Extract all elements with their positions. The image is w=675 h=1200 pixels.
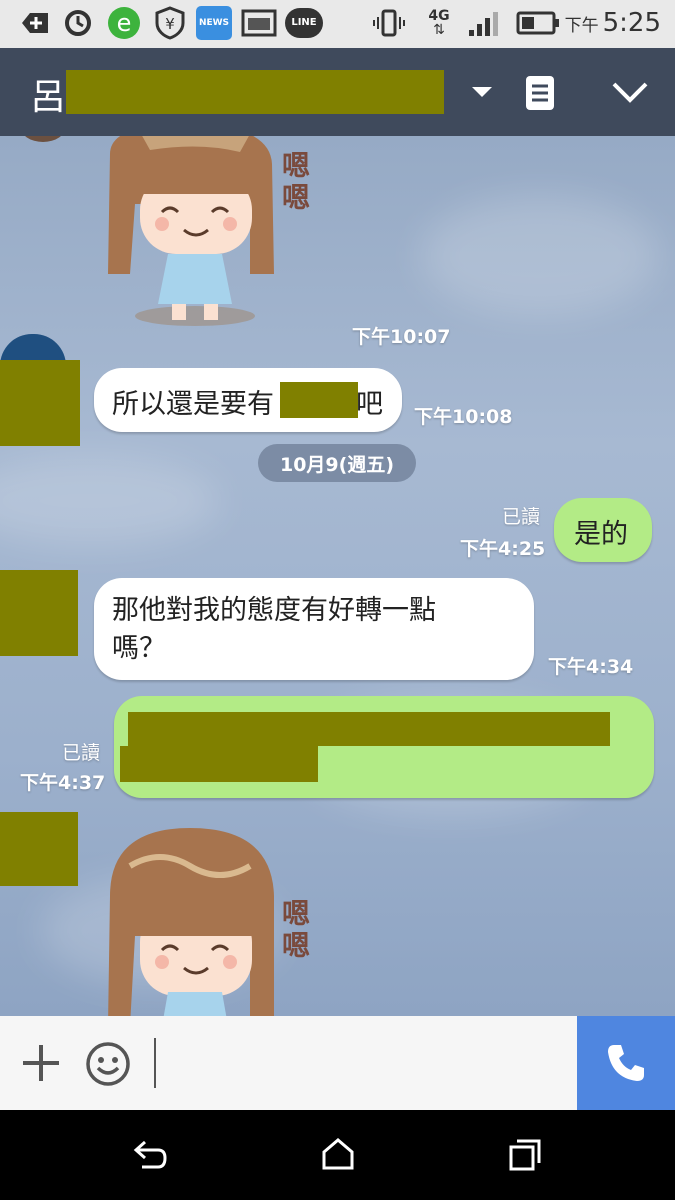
emoji-icon[interactable] — [84, 1040, 132, 1092]
chat-area[interactable]: 嗯嗯 下午10:07 所以還是要有 吧 下午10:08 10月9(週五) 已讀 … — [0, 136, 675, 1016]
read-receipt: 已讀 — [62, 742, 101, 764]
redacted-avatar — [0, 812, 78, 886]
navigation-bar — [0, 1110, 675, 1200]
message-time: 下午4:37 — [20, 772, 106, 794]
message-time: 下午10:07 — [352, 326, 451, 348]
avatar[interactable] — [20, 136, 66, 142]
dropdown-icon[interactable] — [472, 84, 492, 103]
network-4g-icon: 4G ⇅ — [428, 8, 450, 38]
redacted-text — [128, 712, 610, 746]
read-receipt: 已讀 — [502, 506, 541, 528]
collapse-chevron-icon[interactable] — [610, 78, 650, 110]
sync-icon — [60, 6, 96, 40]
battery-icon — [515, 6, 561, 40]
call-button[interactable] — [577, 1016, 675, 1110]
phone-icon — [608, 1045, 644, 1081]
status-bar: e ¥ NEWS LINE 4G ⇅ 下午 5:25 — [0, 0, 675, 48]
signal-icon — [466, 6, 506, 40]
shield-icon: ¥ — [152, 6, 188, 40]
chat-header: 呂 — [0, 48, 675, 136]
sticker-girl[interactable]: 嗯嗯 — [100, 136, 330, 339]
redacted-contact-name — [66, 70, 444, 114]
message-input-bar — [0, 1016, 675, 1110]
incoming-message-bubble[interactable]: 那他對我的態度有好轉一點 嗎？ — [94, 578, 534, 680]
vibrate-icon — [372, 6, 406, 40]
incoming-message-bubble[interactable]: 所以還是要有 吧 — [94, 368, 402, 432]
back-icon[interactable] — [132, 1138, 168, 1176]
sticker-girl[interactable]: 嗯嗯 — [100, 826, 330, 1016]
redacted-text — [280, 382, 358, 418]
redacted-avatar — [0, 360, 80, 446]
outgoing-message-bubble[interactable] — [114, 696, 654, 798]
message-time: 下午4:25 — [460, 538, 546, 560]
status-clock: 下午 5:25 — [564, 8, 661, 38]
sticker-caption: 嗯嗯 — [282, 897, 311, 962]
add-notification-icon — [16, 6, 52, 40]
outgoing-message-bubble[interactable]: 是的 — [554, 498, 652, 562]
text-input[interactable] — [154, 1038, 156, 1088]
redacted-avatar — [0, 570, 78, 656]
redacted-text — [120, 746, 318, 782]
message-time: 下午4:34 — [548, 656, 634, 678]
recent-apps-icon[interactable] — [508, 1138, 542, 1176]
home-icon[interactable] — [320, 1136, 356, 1176]
add-attachment-icon[interactable] — [20, 1042, 62, 1088]
contact-name[interactable]: 呂 — [30, 68, 66, 120]
svg-text:¥: ¥ — [165, 15, 175, 33]
news-icon: NEWS — [195, 6, 233, 40]
svg-text:e: e — [117, 9, 132, 37]
message-time: 下午10:08 — [414, 406, 513, 428]
notes-icon[interactable] — [526, 76, 554, 114]
line-app-icon: LINE — [284, 6, 324, 40]
date-divider: 10月9(週五) — [258, 444, 416, 482]
sticker-caption: 嗯嗯 — [282, 149, 311, 214]
gallery-icon — [240, 6, 278, 40]
browser-icon: e — [105, 6, 143, 40]
